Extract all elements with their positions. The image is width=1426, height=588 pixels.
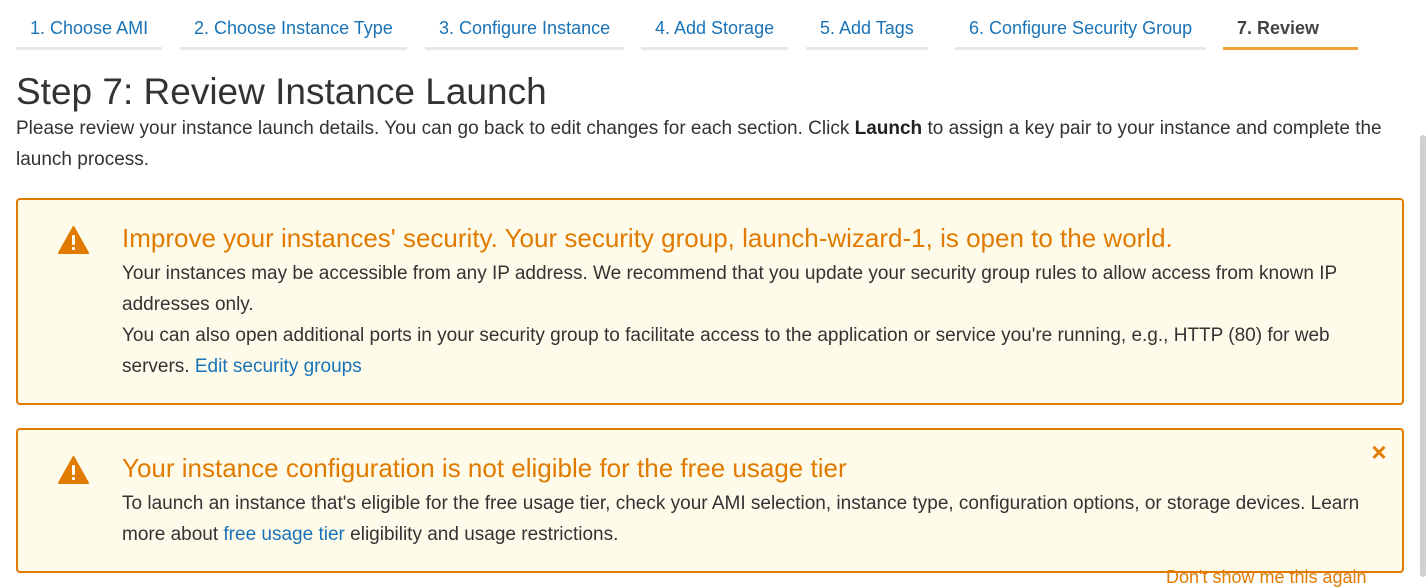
warning-icon	[58, 226, 89, 254]
security-warning-paragraph: Your instances may be accessible from an…	[122, 263, 1337, 315]
free-tier-text-end: eligibility and usage restrictions.	[344, 524, 619, 545]
page-title: Step 7: Review Instance Launch	[16, 71, 547, 112]
wizard-step-tabs: 1. Choose AMI 2. Choose Instance Type 3.…	[16, 0, 1408, 52]
close-icon[interactable]: ×	[1368, 439, 1390, 465]
tab-configure-security-group[interactable]: 6. Configure Security Group	[955, 0, 1207, 50]
security-warning-title: Improve your instances' security. Your s…	[122, 223, 1173, 253]
free-tier-warning-alert: Your instance configuration is not eligi…	[16, 428, 1404, 573]
edit-security-groups-link[interactable]: Edit security groups	[195, 356, 362, 377]
tab-choose-ami[interactable]: 1. Choose AMI	[16, 0, 163, 50]
free-tier-warning-title: Your instance configuration is not eligi…	[122, 453, 847, 483]
security-warning-body: Your instances may be accessible from an…	[122, 258, 1382, 382]
tab-choose-instance-type[interactable]: 2. Choose Instance Type	[180, 0, 407, 50]
tab-configure-instance[interactable]: 3. Configure Instance	[425, 0, 625, 50]
security-warning-ports-paragraph: You can also open additional ports in yo…	[122, 320, 1382, 382]
free-usage-tier-link[interactable]: free usage tier	[223, 524, 344, 545]
tab-add-storage[interactable]: 4. Add Storage	[641, 0, 789, 50]
intro-text-start: Please review your instance launch detai…	[16, 118, 855, 139]
dont-show-again-link[interactable]: Don't show me this again	[1166, 566, 1367, 588]
security-warning-alert: Improve your instances' security. Your s…	[16, 198, 1404, 405]
tab-add-tags[interactable]: 5. Add Tags	[806, 0, 928, 50]
tab-review[interactable]: 7. Review	[1223, 0, 1358, 50]
intro-launch-emphasis: Launch	[854, 118, 923, 139]
page-scrollbar[interactable]	[1420, 135, 1426, 577]
page-intro: Please review your instance launch detai…	[16, 113, 1406, 175]
warning-icon	[58, 456, 89, 484]
free-tier-warning-body: To launch an instance that's eligible fo…	[122, 488, 1382, 550]
